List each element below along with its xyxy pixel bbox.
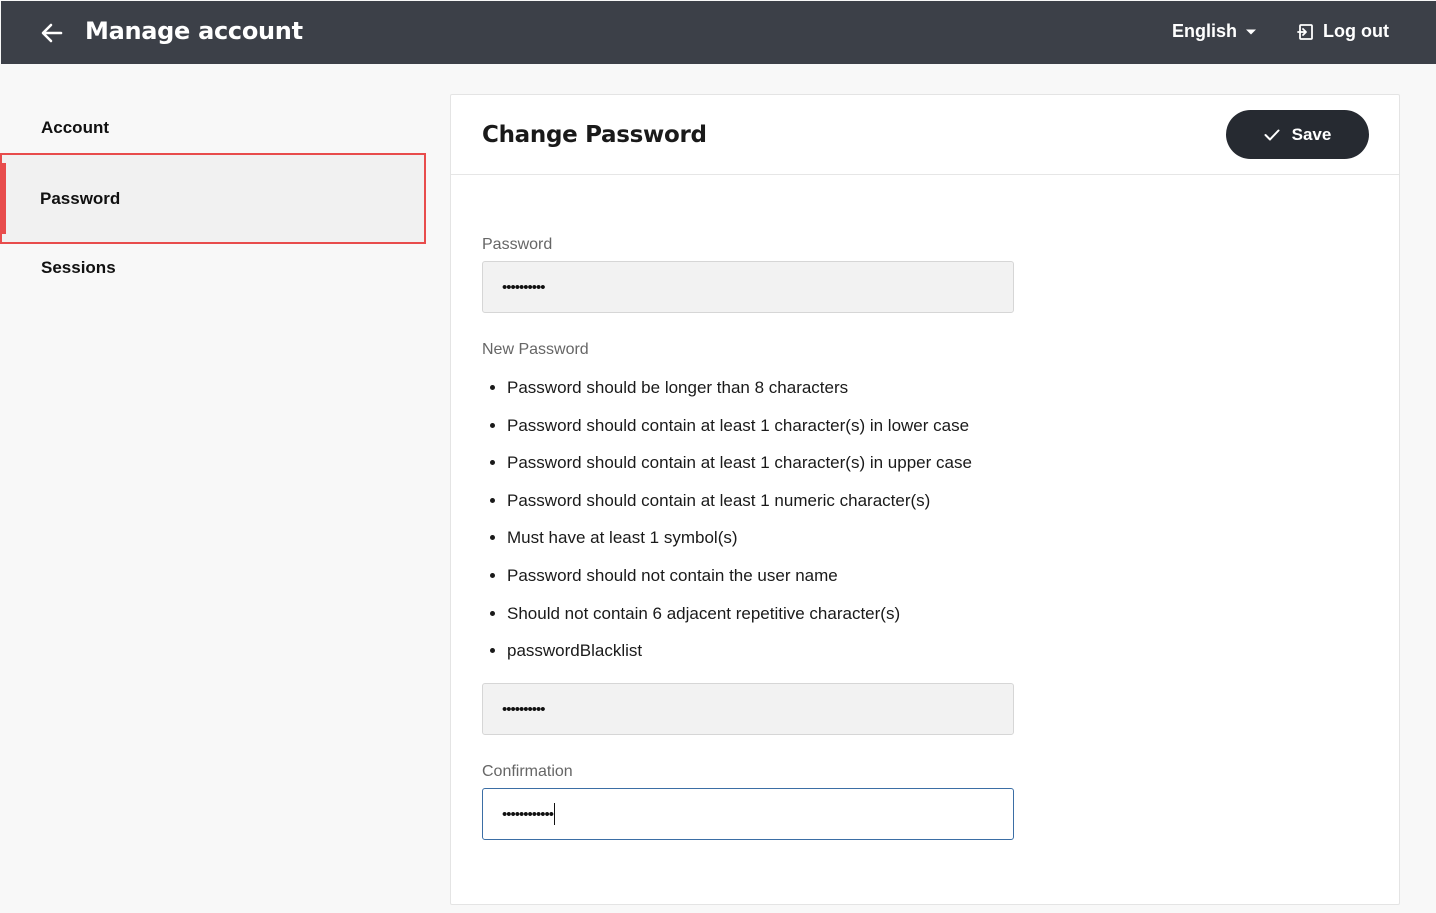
new-password-input[interactable]: •••••••••• — [482, 683, 1014, 735]
language-label: English — [1172, 21, 1238, 41]
list-item: passwordBlacklist — [507, 639, 972, 677]
logout-button[interactable]: Log out — [1297, 21, 1389, 42]
top-bar: Manage account English Log out — [1, 1, 1436, 64]
save-label: Save — [1291, 124, 1332, 144]
current-password-label: Password — [482, 236, 553, 253]
back-button[interactable] — [39, 21, 65, 45]
confirmation-value: •••••••••••• — [502, 805, 554, 823]
panel-header: Change Password Save — [451, 95, 1399, 175]
current-password-value: •••••••••• — [502, 278, 546, 296]
new-password-label: New Password — [482, 341, 589, 358]
save-button[interactable]: Save — [1226, 110, 1369, 159]
list-item: Password should be longer than 8 charact… — [507, 376, 972, 414]
sidebar-item-sessions[interactable]: Sessions — [0, 233, 426, 303]
sidebar-item-password[interactable]: Password — [0, 153, 426, 244]
confirmation-input[interactable]: •••••••••••• — [482, 788, 1014, 840]
text-caret — [554, 803, 556, 825]
page-title: Manage account — [85, 17, 303, 45]
list-item: Password should contain at least 1 numer… — [507, 489, 972, 527]
arrow-left-icon — [41, 23, 63, 43]
sidebar-item-label: Sessions — [41, 258, 116, 277]
password-rules-list: Password should be longer than 8 charact… — [507, 376, 972, 677]
sidebar-item-label: Account — [41, 118, 109, 137]
list-item: Password should contain at least 1 chara… — [507, 451, 972, 489]
panel-title: Change Password — [482, 122, 707, 148]
list-item: Password should contain at least 1 chara… — [507, 414, 972, 452]
caret-down-icon — [1246, 29, 1257, 34]
sidebar-item-label: Password — [40, 188, 121, 208]
change-password-panel: Change Password Save Password ••••••••••… — [450, 94, 1400, 905]
language-selector[interactable]: English — [1172, 21, 1257, 42]
checkmark-icon — [1264, 129, 1280, 140]
confirmation-label: Confirmation — [482, 763, 573, 780]
list-item: Should not contain 6 adjacent repetitive… — [507, 602, 972, 640]
logout-label: Log out — [1323, 21, 1389, 41]
list-item: Password should not contain the user nam… — [507, 564, 972, 602]
new-password-value: •••••••••• — [502, 700, 546, 718]
current-password-input[interactable]: •••••••••• — [482, 261, 1014, 313]
logout-icon — [1297, 23, 1313, 40]
sidebar: Account Password Sessions — [0, 64, 426, 913]
list-item: Must have at least 1 symbol(s) — [507, 526, 972, 564]
